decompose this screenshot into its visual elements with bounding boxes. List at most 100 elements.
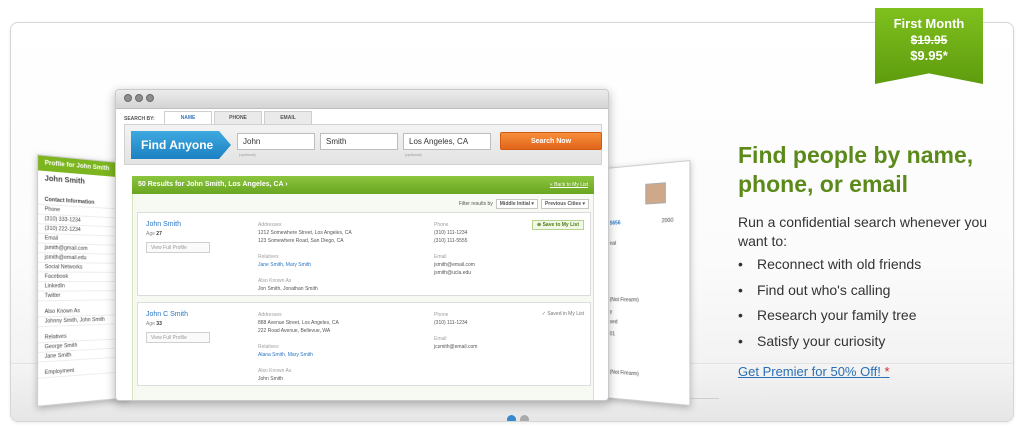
result-card: John C Smith Age 33 View Full Profile Ad… [137, 302, 591, 386]
filter-label: Filter results by [458, 201, 493, 207]
carousel-dot-active[interactable] [507, 415, 516, 421]
filter-cities-value: Previous Cities [544, 201, 582, 207]
relatives-links[interactable]: Jane Smith, Mary Smith [258, 261, 352, 269]
addresses-column: Addresses 1212 Somewhere Street, Los Ang… [258, 221, 352, 293]
phone-label: Phone [434, 312, 449, 318]
addresses-column: Addresses 888 Avenue Street, Los Angeles… [258, 311, 339, 383]
aka-label: Also Known As [258, 278, 292, 284]
app-window: SEARCH BY: NAME PHONE EMAIL Find Anyone … [115, 89, 609, 401]
headline: Find people by name, phone, or email [738, 142, 974, 197]
search-now-button[interactable]: Search Now [500, 132, 602, 150]
benefit-list: Reconnect with old friends Find out who'… [738, 254, 921, 356]
save-to-list-button[interactable]: ⊕ Save to My List [532, 220, 584, 230]
location-input[interactable]: Los Angeles, CA [403, 133, 491, 150]
benefit-item: Research your family tree [738, 305, 921, 331]
age-value: 27 [156, 231, 162, 237]
aka-value: John Smith [258, 376, 284, 382]
aka-value: Jon Smith, Jonathan Smith [258, 286, 318, 292]
contact-column: Phone (310) 111-1234 (310) 111-5555 Emai… [434, 221, 475, 277]
filter-middle-initial-select[interactable]: Middle Initial ▾ [495, 199, 538, 209]
address-line: 888 Avenue Street, Los Angeles, CA [258, 320, 339, 326]
results-header: 50 Results for John Smith, Los Angeles, … [132, 176, 594, 194]
result-name-link[interactable]: John C Smith [146, 311, 188, 318]
premier-link-text: Get Premier for 50% Off! [738, 364, 881, 379]
profile-line: 5656 [609, 220, 621, 227]
window-minimize-icon[interactable] [135, 94, 143, 102]
profile-preview-right: 5656 2000 nal (Not Firearm) y sed 01 (No… [605, 160, 691, 406]
email-label: Email [434, 254, 447, 260]
optional-hint: (optional) [239, 152, 256, 157]
carousel-dots[interactable] [507, 415, 529, 421]
find-anyone-label: Find Anyone [131, 131, 231, 159]
result-card: John Smith Age 27 View Full Profile Addr… [137, 212, 591, 296]
window-titlebar [116, 90, 608, 109]
addresses-label: Addresses [258, 222, 282, 228]
premier-offer-link[interactable]: Get Premier for 50% Off! * [738, 364, 890, 379]
filter-middle-value: Middle Initial [499, 201, 531, 207]
ribbon-heading: First Month [893, 16, 965, 31]
optional-hint: (optional) [405, 152, 422, 157]
hero-banner: Profile for John Smith John Smith Contac… [10, 22, 1014, 422]
relatives-label: Relatives [258, 254, 279, 260]
search-by-label: SEARCH BY: [124, 116, 155, 122]
tab-phone[interactable]: PHONE [214, 111, 262, 124]
window-close-icon[interactable] [124, 94, 132, 102]
premier-link-star: * [884, 364, 890, 379]
result-age: Age 33 [146, 321, 162, 327]
view-full-profile-button[interactable]: View Full Profile [146, 332, 210, 343]
result-age: Age 27 [146, 231, 162, 237]
benefit-item: Reconnect with old friends [738, 254, 921, 280]
age-value: 33 [156, 321, 162, 327]
benefit-item: Satisfy your curiosity [738, 331, 921, 357]
age-label: Age [146, 231, 155, 237]
filter-bar: Filter results by Middle Initial ▾ Previ… [459, 199, 589, 209]
age-label: Age [146, 321, 155, 327]
window-controls [124, 94, 154, 102]
profile-line: 01 [609, 331, 616, 338]
relatives-label: Relatives [258, 344, 279, 350]
email-label: Email [434, 336, 447, 342]
profile-line: nal [609, 240, 617, 247]
lead-text: Run a confidential search whenever you w… [738, 214, 988, 249]
results-chevron-icon: › [285, 181, 288, 188]
phone-value: (310) 111-1234 [434, 320, 468, 326]
phone-value: (310) 111-5555 [434, 238, 468, 244]
ribbon-new-price: $9.95* [910, 48, 948, 63]
email-value: jsmith@email.com [434, 262, 475, 268]
benefit-item: Find out who's calling [738, 280, 921, 306]
result-name-link[interactable]: John Smith [146, 221, 181, 228]
save-label: Save to My List [542, 222, 579, 228]
last-name-input[interactable]: Smith [320, 133, 398, 150]
aka-label: Also Known As [258, 368, 292, 374]
relatives-links[interactable]: Alana Smith, Mary Smith [258, 351, 339, 359]
view-full-profile-button[interactable]: View Full Profile [146, 242, 210, 253]
address-line: 222 Road Avenue, Bellevue, WA [258, 328, 331, 334]
results-list: Filter results by Middle Initial ▾ Previ… [132, 194, 594, 400]
ribbon-old-price: $19.95 [910, 33, 948, 47]
tab-name[interactable]: NAME [164, 111, 212, 124]
first-name-input[interactable]: John [237, 133, 315, 150]
profile-line: (Not Firearm) [609, 297, 639, 304]
profile-line: sed [609, 319, 618, 326]
email-value: jsmith@ucla.edu [434, 270, 472, 276]
addresses-label: Addresses [258, 312, 282, 318]
price-ribbon: First Month $19.95 $9.95* [875, 8, 983, 84]
profile-line: y [609, 309, 613, 316]
contact-column: Phone (310) 111-1234 Email jcsmith@email… [434, 311, 477, 351]
tab-email[interactable]: EMAIL [264, 111, 312, 124]
back-to-list-link[interactable]: « Back to My List [550, 176, 588, 194]
filter-previous-cities-select[interactable]: Previous Cities ▾ [540, 199, 589, 209]
search-tabs: NAME PHONE EMAIL [164, 111, 314, 124]
results-title: 50 Results for John Smith, Los Angeles, … [138, 181, 284, 188]
phone-value: (310) 111-1234 [434, 230, 468, 236]
address-line: 123 Somewhere Road, San Diego, CA [258, 238, 344, 244]
carousel-dot[interactable] [520, 415, 529, 421]
search-panel: Find Anyone John (optional) Smith Los An… [124, 124, 602, 165]
phone-label: Phone [434, 222, 449, 228]
address-line: 1212 Somewhere Street, Los Angeles, CA [258, 230, 352, 236]
saved-in-list-status: ✓ Saved in My List [541, 311, 584, 317]
avatar [645, 182, 666, 205]
profile-line: (Not Firearm) [609, 369, 639, 378]
email-value: jcsmith@email.com [434, 344, 478, 350]
window-zoom-icon[interactable] [146, 94, 154, 102]
